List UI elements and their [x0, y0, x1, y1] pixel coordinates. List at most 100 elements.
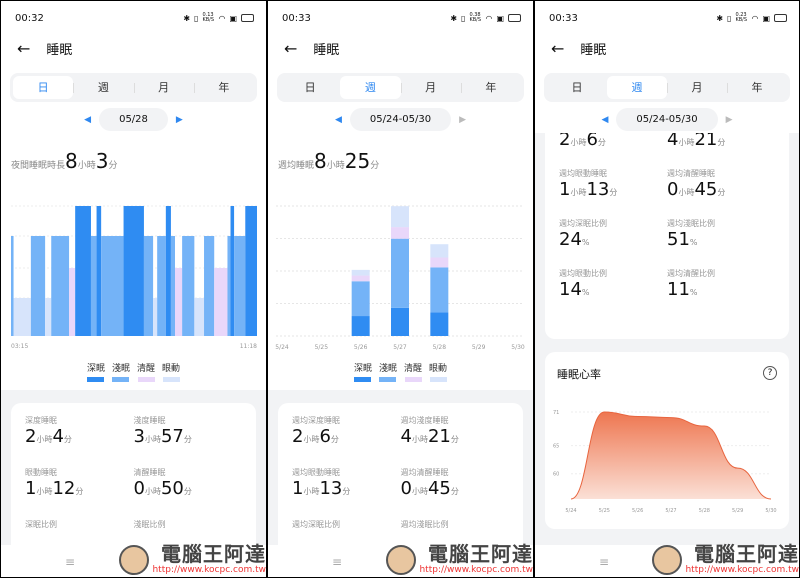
bar-deep — [75, 206, 91, 336]
bar-light — [182, 236, 195, 336]
prev-date-button[interactable]: ◀ — [335, 115, 342, 125]
heart-rate-chart: 71 65 60 5/24 5/25 5/26 5/27 5/28 5/29 5/30 — [553, 410, 777, 514]
tab-day[interactable]: 日 — [13, 76, 74, 99]
bar-rem — [153, 298, 158, 336]
menu-icon[interactable]: ≡ — [65, 555, 75, 569]
next-date-button[interactable]: ▶ — [726, 115, 733, 125]
hours-unit: 小時 — [144, 435, 161, 444]
minutes-unit: 分 — [597, 138, 606, 147]
sleep-total: 週均睡眠 8 小時 25 分 — [278, 149, 379, 173]
date-selector[interactable]: 05/28 — [99, 108, 168, 131]
menu-icon[interactable]: ≡ — [599, 555, 609, 569]
y-tick-label: 60 — [553, 472, 559, 478]
legend-deep: 深眠 — [87, 361, 105, 382]
minutes-value: 12 — [52, 478, 76, 499]
stat-label: 淺眠比例 — [133, 520, 166, 529]
vibrate-icon: ▯ — [727, 13, 732, 23]
stat-label: 深度睡眠 — [25, 416, 57, 425]
x-tick-label: 5/26 — [354, 344, 368, 351]
legend-swatch — [137, 377, 155, 382]
tab-month[interactable]: 月 — [400, 76, 461, 99]
wifi-icon: ◠ — [485, 13, 493, 23]
menu-icon[interactable]: ≡ — [332, 555, 342, 569]
sim-icon: ▣ — [762, 13, 770, 23]
bar-rem — [45, 298, 52, 336]
chart-legend: 深眠 淺眠 清醒 眼動 — [268, 361, 533, 382]
back-button[interactable]: ← — [551, 39, 564, 58]
panel-day: 00:32 ✱ ▯ 0.13 KB/S ◠ ▣ ← 睡眠 日週月年 ◀ 05/28 ▶ 夜間睡眠… — [1, 1, 266, 577]
hours-unit: 小時 — [678, 188, 695, 197]
tab-week[interactable]: 週 — [340, 76, 401, 99]
minutes-unit: 分 — [330, 435, 339, 444]
stat-label: 週均淺眠比例 — [400, 520, 449, 529]
status-bar: 00:33 ✱ ▯ 0.38 KB/S ◠ ▣ — [282, 11, 521, 25]
minutes-value: 45 — [427, 478, 451, 499]
bar-deep — [123, 206, 144, 336]
net-speed: 0.23 KB/S — [735, 12, 748, 23]
bar-light — [51, 236, 70, 336]
prev-date-button[interactable]: ◀ — [601, 115, 608, 125]
legend-label: 淺眠 — [111, 364, 130, 374]
hours-unit: 小時 — [303, 435, 320, 444]
next-date-button[interactable]: ▶ — [176, 115, 183, 125]
wifi-icon: ◠ — [218, 13, 226, 23]
stat-label: 週均清醒睡眠 — [400, 468, 449, 477]
hours-unit: 小時 — [570, 188, 587, 197]
tab-day[interactable]: 日 — [280, 76, 340, 99]
minutes-unit: 分 — [717, 188, 726, 197]
hours-unit: 小時 — [36, 435, 53, 444]
minutes-value: 45 — [694, 179, 718, 200]
stats-card: 週均深度睡眠 2 小時 6 分週均淺度睡眠 4 小時 21 分週均眼動睡眠 1 小時 13 分週均清醒睡… — [278, 403, 523, 563]
bar-rem — [391, 206, 409, 228]
stat-item: 深眠比例 — [25, 519, 134, 530]
legend-label: 眼動 — [162, 364, 181, 374]
next-date-button[interactable]: ▶ — [459, 115, 466, 125]
watermark-text: 電腦王阿達 — [428, 542, 533, 566]
x-tick-label: 5/25 — [599, 508, 610, 514]
legend-swatch — [379, 377, 397, 382]
bluetooth-icon: ✱ — [716, 13, 724, 23]
headline-label: 週均睡眠 — [278, 161, 315, 171]
minutes-unit: 分 — [183, 435, 192, 444]
minutes-unit: 分 — [370, 161, 380, 171]
period-tabs: 日週月年 — [10, 73, 257, 102]
back-button[interactable]: ← — [284, 39, 297, 58]
bar-light — [227, 236, 231, 336]
hours-unit: 小時 — [411, 487, 428, 496]
week-sleep-chart: 5/24 5/25 5/26 5/27 5/28 5/29 5/30 — [275, 205, 525, 351]
stats-card: 2 小時 6 分 4 小時 21 分週均眼動睡眠 1 小時 13 分週均清醒睡眠 0 小時 45 分週均深眠比… — [545, 111, 789, 339]
tab-week[interactable]: 週 — [73, 76, 133, 99]
stat-label: 眼動睡眠 — [25, 468, 57, 477]
x-tick-label: 5/28 — [433, 344, 447, 351]
tab-year[interactable]: 年 — [193, 76, 254, 99]
watermark-url: http://www.kocpc.com.tw — [419, 565, 533, 575]
mascot-logo — [386, 545, 417, 575]
back-button[interactable]: ← — [17, 39, 30, 58]
chart-legend: 深眠 淺眠 清醒 眼動 — [1, 361, 266, 382]
help-icon[interactable]: ? — [763, 366, 777, 380]
date-selector[interactable]: 05/24-05/30 — [616, 108, 718, 131]
stat-item: 週均清醒睡眠 0 小時 45 分 — [667, 168, 775, 200]
legend-label: 清醒 — [404, 364, 423, 374]
heart-rate-title: 睡眠心率 — [557, 368, 601, 381]
tab-year[interactable]: 年 — [727, 76, 787, 99]
legend-awake: 清醒 — [404, 361, 422, 382]
percent-unit: % — [581, 238, 590, 247]
tab-week[interactable]: 週 — [607, 76, 667, 99]
tab-month[interactable]: 月 — [667, 76, 727, 99]
tab-year[interactable]: 年 — [460, 76, 521, 99]
watermark-text: 電腦王阿達 — [694, 542, 799, 566]
tab-day[interactable]: 日 — [547, 76, 607, 99]
minutes-unit: 分 — [717, 138, 726, 147]
legend-label: 深眠 — [353, 364, 372, 374]
prev-date-button[interactable]: ◀ — [84, 115, 91, 125]
stat-item: 淺度睡眠 3 小時 57 分 — [134, 415, 243, 447]
minutes-value: 6 — [319, 426, 331, 447]
page-title: 睡眠 — [313, 43, 340, 58]
minutes-unit: 分 — [75, 487, 84, 496]
watermark-url: http://www.kocpc.com.tw — [685, 565, 799, 575]
tab-month[interactable]: 月 — [133, 76, 194, 99]
percent-unit: % — [689, 288, 698, 297]
wifi-icon: ◠ — [751, 13, 759, 23]
date-selector[interactable]: 05/24-05/30 — [349, 108, 452, 131]
